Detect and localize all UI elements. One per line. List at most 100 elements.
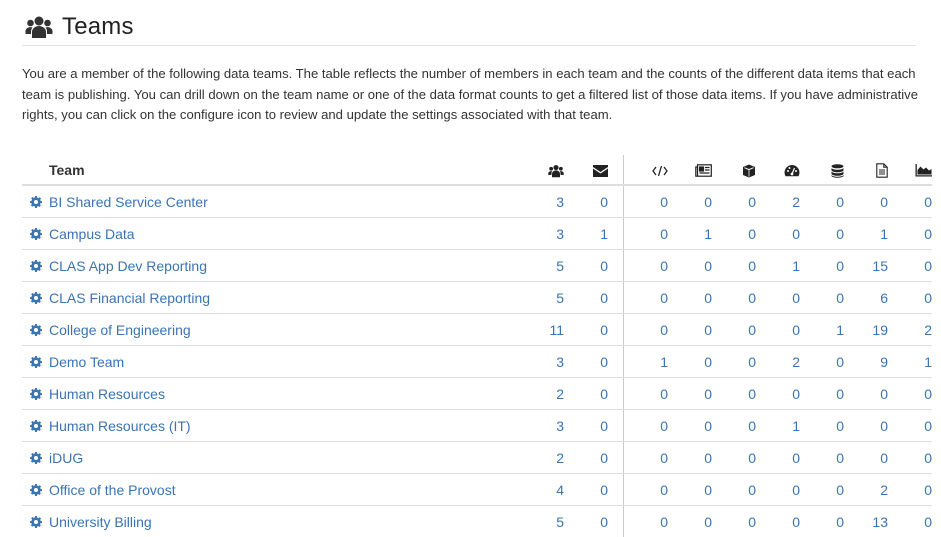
members-count[interactable]: 5	[556, 514, 564, 530]
code-count[interactable]: 0	[660, 450, 668, 466]
configure-gear-icon[interactable]	[30, 228, 42, 240]
cube-count[interactable]: 0	[748, 450, 756, 466]
document-count[interactable]: 15	[872, 258, 888, 274]
members-count[interactable]: 4	[556, 482, 564, 498]
newspaper-count[interactable]: 0	[704, 386, 712, 402]
newspaper-count[interactable]: 0	[704, 514, 712, 530]
team-name-link[interactable]: Office of the Provost	[49, 482, 176, 498]
code-count[interactable]: 1	[660, 354, 668, 370]
chart-count[interactable]: 0	[924, 258, 932, 274]
dashboard-count[interactable]: 0	[792, 450, 800, 466]
code-count[interactable]: 0	[660, 258, 668, 274]
configure-gear-icon[interactable]	[30, 420, 42, 432]
newspaper-count[interactable]: 0	[704, 194, 712, 210]
code-count[interactable]: 0	[660, 322, 668, 338]
column-header-chart[interactable]	[888, 155, 932, 185]
newspaper-count[interactable]: 0	[704, 290, 712, 306]
members-count[interactable]: 3	[556, 226, 564, 242]
document-count[interactable]: 0	[880, 418, 888, 434]
team-name-link[interactable]: Demo Team	[49, 354, 124, 370]
cube-count[interactable]: 0	[748, 290, 756, 306]
database-count[interactable]: 0	[836, 418, 844, 434]
dashboard-count[interactable]: 0	[792, 226, 800, 242]
document-count[interactable]: 2	[880, 482, 888, 498]
database-count[interactable]: 0	[836, 450, 844, 466]
document-count[interactable]: 0	[880, 450, 888, 466]
newspaper-count[interactable]: 0	[704, 418, 712, 434]
dashboard-count[interactable]: 0	[792, 290, 800, 306]
chart-count[interactable]: 0	[924, 418, 932, 434]
cube-count[interactable]: 0	[748, 514, 756, 530]
members-count[interactable]: 2	[556, 386, 564, 402]
database-count[interactable]: 1	[836, 322, 844, 338]
column-header-messages[interactable]	[564, 155, 624, 185]
newspaper-count[interactable]: 0	[704, 322, 712, 338]
newspaper-count[interactable]: 0	[704, 354, 712, 370]
configure-gear-icon[interactable]	[30, 452, 42, 464]
cube-count[interactable]: 0	[748, 194, 756, 210]
chart-count[interactable]: 0	[924, 194, 932, 210]
team-name-link[interactable]: Human Resources (IT)	[49, 418, 191, 434]
dashboard-count[interactable]: 0	[792, 322, 800, 338]
messages-count[interactable]: 0	[600, 482, 608, 498]
members-count[interactable]: 5	[556, 258, 564, 274]
database-count[interactable]: 0	[836, 194, 844, 210]
team-name-link[interactable]: CLAS Financial Reporting	[49, 290, 210, 306]
dashboard-count[interactable]: 0	[792, 482, 800, 498]
configure-gear-icon[interactable]	[30, 324, 42, 336]
messages-count[interactable]: 0	[600, 386, 608, 402]
document-count[interactable]: 0	[880, 386, 888, 402]
newspaper-count[interactable]: 1	[704, 226, 712, 242]
team-name-link[interactable]: Human Resources	[49, 386, 165, 402]
chart-count[interactable]: 0	[924, 386, 932, 402]
members-count[interactable]: 11	[549, 322, 564, 338]
newspaper-count[interactable]: 0	[704, 450, 712, 466]
messages-count[interactable]: 0	[600, 514, 608, 530]
column-header-dashboard[interactable]	[756, 155, 800, 185]
configure-gear-icon[interactable]	[30, 356, 42, 368]
configure-gear-icon[interactable]	[30, 484, 42, 496]
database-count[interactable]: 0	[836, 482, 844, 498]
document-count[interactable]: 19	[872, 322, 888, 338]
configure-gear-icon[interactable]	[30, 260, 42, 272]
messages-count[interactable]: 0	[600, 450, 608, 466]
column-header-document[interactable]	[844, 155, 888, 185]
database-count[interactable]: 0	[836, 226, 844, 242]
configure-gear-icon[interactable]	[30, 292, 42, 304]
chart-count[interactable]: 0	[924, 450, 932, 466]
cube-count[interactable]: 0	[748, 322, 756, 338]
code-count[interactable]: 0	[660, 482, 668, 498]
team-name-link[interactable]: BI Shared Service Center	[49, 194, 208, 210]
messages-count[interactable]: 0	[600, 258, 608, 274]
column-header-database[interactable]	[800, 155, 844, 185]
column-header-team[interactable]: Team	[49, 155, 509, 185]
chart-count[interactable]: 1	[924, 354, 932, 370]
dashboard-count[interactable]: 2	[792, 194, 800, 210]
messages-count[interactable]: 1	[600, 226, 608, 242]
cube-count[interactable]: 0	[748, 258, 756, 274]
document-count[interactable]: 6	[880, 290, 888, 306]
team-name-link[interactable]: Campus Data	[49, 226, 135, 242]
document-count[interactable]: 13	[872, 514, 888, 530]
dashboard-count[interactable]: 2	[792, 354, 800, 370]
dashboard-count[interactable]: 1	[792, 258, 800, 274]
members-count[interactable]: 3	[556, 418, 564, 434]
database-count[interactable]: 0	[836, 514, 844, 530]
messages-count[interactable]: 0	[600, 322, 608, 338]
cube-count[interactable]: 0	[748, 226, 756, 242]
database-count[interactable]: 0	[836, 386, 844, 402]
members-count[interactable]: 5	[556, 290, 564, 306]
cube-count[interactable]: 0	[748, 482, 756, 498]
column-header-code[interactable]	[624, 155, 669, 185]
configure-gear-icon[interactable]	[30, 388, 42, 400]
code-count[interactable]: 0	[660, 514, 668, 530]
code-count[interactable]: 0	[660, 226, 668, 242]
chart-count[interactable]: 0	[924, 226, 932, 242]
dashboard-count[interactable]: 0	[792, 514, 800, 530]
messages-count[interactable]: 0	[600, 194, 608, 210]
code-count[interactable]: 0	[660, 418, 668, 434]
team-name-link[interactable]: CLAS App Dev Reporting	[49, 258, 207, 274]
cube-count[interactable]: 0	[748, 354, 756, 370]
code-count[interactable]: 0	[660, 290, 668, 306]
chart-count[interactable]: 0	[924, 290, 932, 306]
